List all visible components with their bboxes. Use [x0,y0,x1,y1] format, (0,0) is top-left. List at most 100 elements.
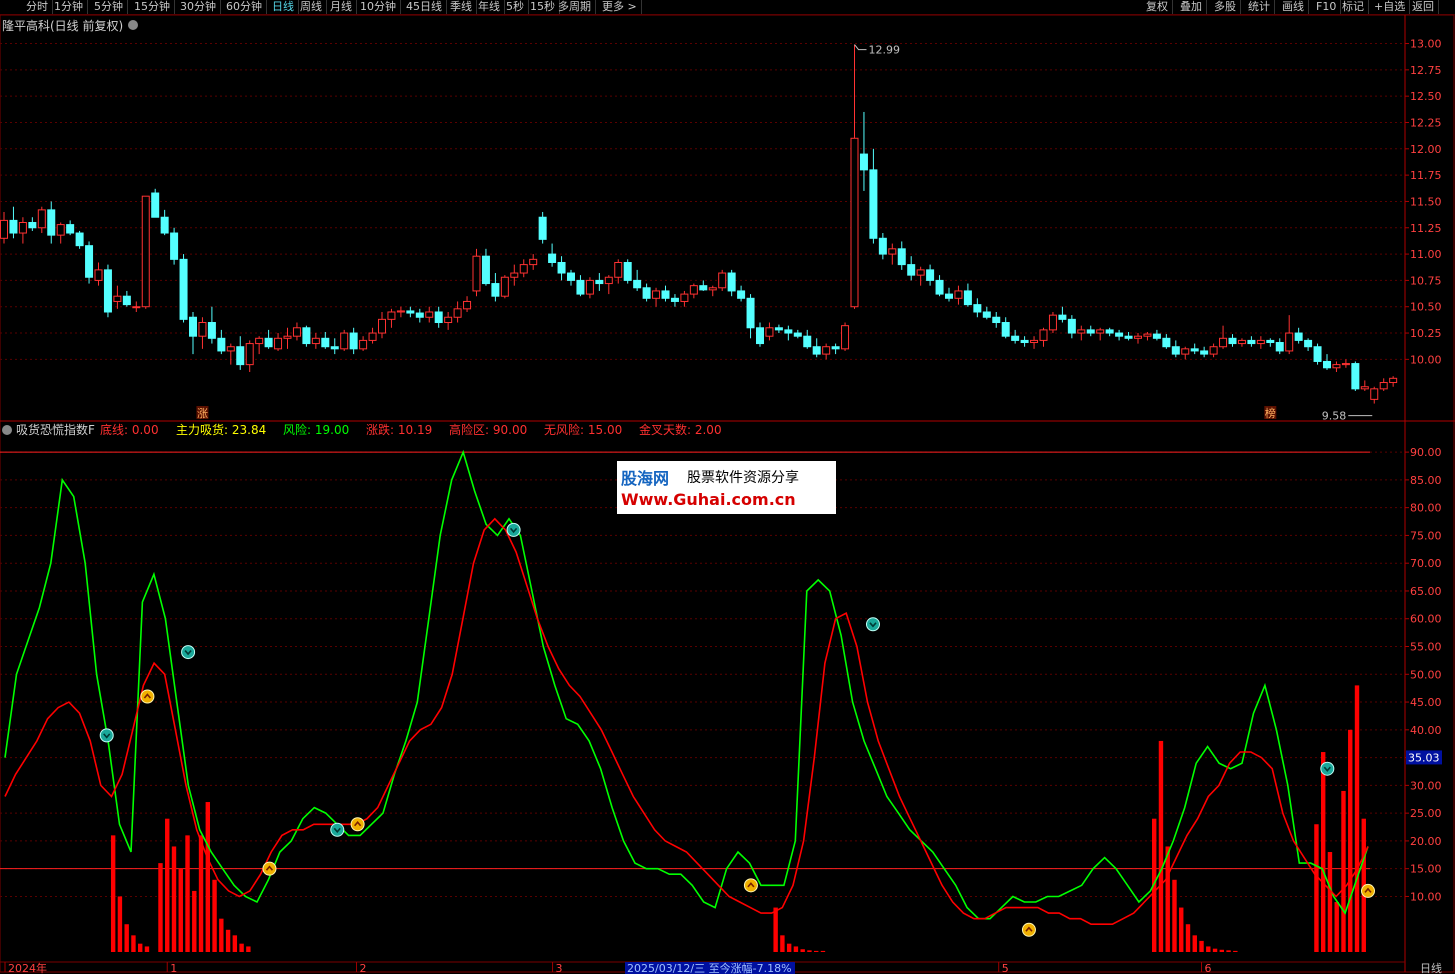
main-title: 隆平高科(日线 前复权) [2,18,123,33]
main-y-tick-3: 10.75 [1410,274,1442,287]
zhangdie-bar [198,835,204,952]
watermark-tagline: 股票软件资源分享 [687,470,799,486]
candle-body [66,224,75,234]
candle-body [746,297,755,329]
candle-body [689,285,698,295]
x-label-0: 2024年 [8,961,47,974]
zhangdie-bar [773,907,778,952]
zhangdie-bar [212,879,217,952]
x-label-2: 2 [360,962,367,974]
candle-body [378,318,386,334]
zhangdie-bar [165,818,170,952]
zhangdie-bar [814,950,819,952]
watermark-logo: 股海网 [621,469,670,488]
candle-body [453,308,462,318]
candle-body [963,290,972,306]
candle-body [189,316,197,337]
ind-y-tick-11: 65.00 [1410,585,1442,598]
sell-signal-icon [181,645,196,660]
candle-body [226,346,235,352]
candle-body [1304,339,1313,348]
candle-body [302,327,311,345]
buy-signal-icon [1361,883,1375,898]
candle-body [1115,332,1124,337]
candle-body [359,339,368,350]
candle-body [1134,335,1142,339]
max-price-label: 12.99 [869,44,901,57]
candle-body [1048,314,1057,331]
main-y-tick-10: 12.50 [1410,90,1442,103]
zhangdie-bar [1321,752,1326,952]
ind-y-tick-13: 75.00 [1410,529,1442,542]
candle-body [1351,363,1360,390]
ind-y-tick-4: 30.00 [1410,779,1442,792]
candle-body [1323,360,1331,369]
candle-body [94,269,103,281]
candle-body [926,269,935,281]
candle-body [973,304,982,313]
candle-body [737,290,746,299]
zhangdie-bar [780,935,785,952]
sell-signal-icon [506,522,521,537]
main-y-tick-0: 10.00 [1410,353,1442,366]
x-label-5: 6 [1205,962,1212,974]
zhangdie-bar [1341,790,1346,952]
candle-body [774,327,783,331]
zhangdie-bar [110,835,116,952]
zhangdie-bar [1212,948,1218,952]
candle-body [1275,342,1284,352]
candle-body [434,311,443,324]
candle-body [47,209,56,236]
candle-body [179,258,188,320]
main-y-tick-7: 11.75 [1410,169,1442,182]
ind-y-tick-0: 10.00 [1410,890,1442,903]
candle-body [708,287,717,291]
zhangdie-bar [1348,729,1353,952]
candle-body [396,310,405,313]
candle-body [1294,332,1303,341]
candle-body [1341,363,1350,366]
sell-signal-icon [865,617,880,632]
indicator-title: 吸货恐慌指数F [16,422,95,437]
ind-y-tick-3: 25.00 [1410,807,1442,820]
candle-body [245,343,254,366]
candle-body [141,195,150,308]
buy-signal-icon [350,817,365,832]
candle-body [765,327,774,337]
sell-signal-icon [330,822,345,837]
candle-body [595,279,604,285]
candle-body [585,279,594,295]
candle-body [349,332,358,350]
candle-body [321,337,330,348]
series-风险 [4,449,1369,920]
candle-body [567,272,575,281]
candle-body [1209,346,1218,355]
candle-body [500,276,509,297]
candle-body [859,153,868,171]
candle-body [869,169,878,239]
candle-body [519,264,528,274]
zhangdie-bar [820,950,826,952]
candle-body [1266,339,1275,344]
ind-y-tick-2: 20.00 [1410,835,1442,848]
buy-signal-icon [743,878,758,893]
candle-body [170,232,179,260]
candle-body [292,327,301,337]
zhangdie-bar [1172,879,1177,952]
x-label-3: 3 [556,962,563,974]
candle-body [1011,335,1020,341]
candle-body [1105,329,1114,334]
candle-body [103,269,112,313]
candle-body [1001,322,1010,337]
candle-body [822,346,831,355]
candle-body [1200,350,1209,355]
candle-body [283,335,292,339]
zhangdie-bar [124,924,129,952]
candle-body [9,219,18,234]
candle-body [1256,339,1265,345]
candle-body [803,335,812,348]
title-dropdown-icon [128,20,138,30]
indicator-value-0: 底线: 0.00 [100,422,159,437]
candle-body [907,264,916,276]
candle-body [264,337,273,348]
